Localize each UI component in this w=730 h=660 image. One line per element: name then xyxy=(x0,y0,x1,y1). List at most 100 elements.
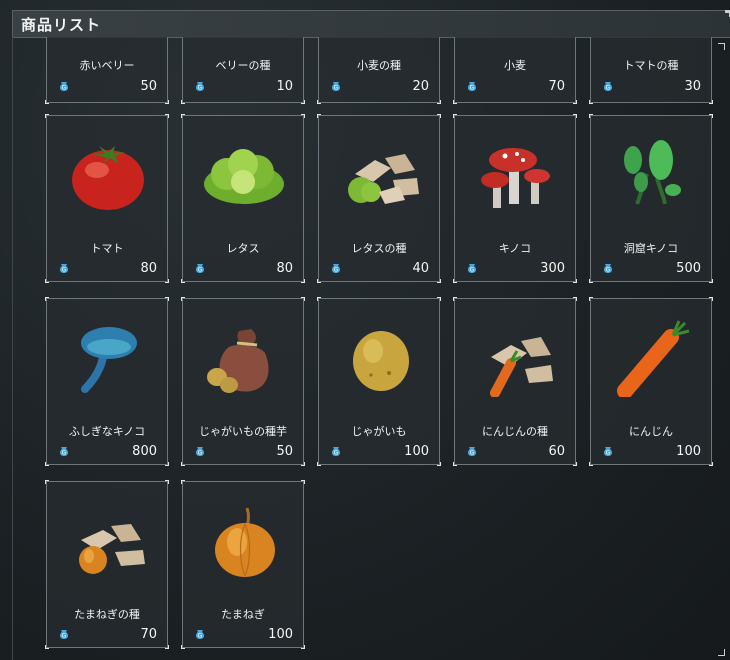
item-name: トマトの種 xyxy=(623,59,679,72)
item-name: たまねぎの種 xyxy=(74,608,140,621)
gold-coin-bag-icon: G xyxy=(331,447,341,457)
shop-item-card[interactable]: たまねぎ G 100 xyxy=(181,480,305,649)
gold-coin-bag-icon: G xyxy=(195,82,205,92)
carrot-icon xyxy=(617,320,690,397)
shop-item-card[interactable]: 小麦の種 G 20 xyxy=(317,37,441,104)
header-corner-decoration xyxy=(725,10,730,17)
item-name: 小麦 xyxy=(504,59,526,72)
item-price: 30 xyxy=(684,79,701,94)
gold-coin-bag-icon: G xyxy=(467,82,477,92)
gold-coin-bag-icon: G xyxy=(467,447,477,457)
item-price: 10 xyxy=(276,79,293,94)
svg-text:G: G xyxy=(334,85,339,92)
item-name: 小麦の種 xyxy=(357,59,401,72)
shop-item-card[interactable]: ベリーの種 G 10 xyxy=(181,37,305,104)
shop-list-header: 商品リスト xyxy=(12,10,730,38)
gold-coin-bag-icon: G xyxy=(331,264,341,274)
item-name: ふしぎなキノコ xyxy=(68,425,146,438)
item-price: 100 xyxy=(404,444,429,459)
svg-text:G: G xyxy=(606,85,611,92)
item-price: 800 xyxy=(132,444,157,459)
item-price: 100 xyxy=(676,444,701,459)
item-name: たまねぎ xyxy=(221,608,265,621)
shop-item-card[interactable]: トマトの種 G 30 xyxy=(589,37,713,104)
gold-coin-bag-icon: G xyxy=(603,82,613,92)
svg-text:G: G xyxy=(62,85,67,92)
shop-item-card[interactable]: レタスの種 G 40 xyxy=(317,114,441,283)
carrot-seeds-icon xyxy=(490,337,553,397)
shop-item-card[interactable]: レタス G 80 xyxy=(181,114,305,283)
shop-item-card[interactable]: キノコ G 300 xyxy=(453,114,577,283)
svg-text:G: G xyxy=(470,85,475,92)
item-price: 20 xyxy=(412,79,429,94)
svg-text:G: G xyxy=(334,267,339,274)
item-name: にんじん xyxy=(629,425,673,438)
shop-item-card[interactable]: トマト G 80 xyxy=(45,114,169,283)
item-name: 赤いベリー xyxy=(79,59,135,72)
item-price: 80 xyxy=(276,261,293,276)
gold-coin-bag-icon: G xyxy=(59,630,69,640)
shop-item-card[interactable]: にんじん G 100 xyxy=(589,297,713,466)
item-price: 50 xyxy=(276,444,293,459)
lettuce-icon xyxy=(204,149,284,204)
lettuce-seeds-icon xyxy=(348,154,419,204)
page-title: 商品リスト xyxy=(21,16,102,34)
mysterious-mushroom-icon xyxy=(81,327,137,393)
gold-coin-bag-icon: G xyxy=(59,447,69,457)
gold-coin-bag-icon: G xyxy=(331,82,341,92)
svg-text:G: G xyxy=(606,267,611,274)
shop-item-card[interactable]: じゃがいもの種芋 G 50 xyxy=(181,297,305,466)
item-name: にんじんの種 xyxy=(482,425,548,438)
gold-coin-bag-icon: G xyxy=(603,264,613,274)
item-name: レタス xyxy=(226,242,260,255)
onion-seeds-icon xyxy=(79,524,145,574)
item-price: 300 xyxy=(540,261,565,276)
item-name: トマト xyxy=(90,242,124,255)
potato-icon xyxy=(353,331,409,391)
gold-coin-bag-icon: G xyxy=(59,264,69,274)
item-price: 70 xyxy=(140,627,157,642)
gold-coin-bag-icon: G xyxy=(603,447,613,457)
item-name: じゃがいも xyxy=(351,425,407,438)
shop-item-card[interactable]: じゃがいも G 100 xyxy=(317,297,441,466)
svg-text:G: G xyxy=(198,633,203,640)
tomato-icon xyxy=(72,146,144,210)
scroll-corner-bottom xyxy=(718,649,725,656)
item-price: 40 xyxy=(412,261,429,276)
shop-item-card[interactable]: 小麦 G 70 xyxy=(453,37,577,104)
gold-coin-bag-icon: G xyxy=(195,264,205,274)
svg-text:G: G xyxy=(606,450,611,457)
item-name: じゃがいもの種芋 xyxy=(199,425,287,438)
shop-item-grid[interactable]: 赤いベリー G 50 ベリーの種 G 10 小麦の種 G 20 小麦 G 70 トマトの… xyxy=(12,37,730,660)
shop-item-card[interactable]: たまねぎの種 G 70 xyxy=(45,480,169,649)
shop-item-card[interactable]: ふしぎなキノコ G 800 xyxy=(45,297,169,466)
item-name: ベリーの種 xyxy=(215,59,271,72)
svg-text:G: G xyxy=(198,267,203,274)
svg-text:G: G xyxy=(62,450,67,457)
svg-text:G: G xyxy=(62,633,67,640)
item-price: 50 xyxy=(140,79,157,94)
seed-potato-sack-icon xyxy=(207,329,269,393)
svg-text:G: G xyxy=(198,450,203,457)
shop-item-card[interactable]: 赤いベリー G 50 xyxy=(45,37,169,104)
item-name: レタスの種 xyxy=(351,242,407,255)
shop-item-card[interactable]: にんじんの種 G 60 xyxy=(453,297,577,466)
shop-item-card[interactable]: 洞窟キノコ G 500 xyxy=(589,114,713,283)
svg-text:G: G xyxy=(470,450,475,457)
svg-text:G: G xyxy=(62,267,67,274)
cave-mushroom-icon xyxy=(624,140,681,205)
svg-text:G: G xyxy=(334,450,339,457)
onion-icon xyxy=(215,507,275,577)
item-price: 60 xyxy=(548,444,565,459)
gold-coin-bag-icon: G xyxy=(195,447,205,457)
scroll-corner-top xyxy=(718,43,725,50)
gold-coin-bag-icon: G xyxy=(195,630,205,640)
item-name: キノコ xyxy=(498,242,532,255)
svg-text:G: G xyxy=(470,267,475,274)
item-name: 洞窟キノコ xyxy=(623,242,679,255)
svg-text:G: G xyxy=(198,85,203,92)
gold-coin-bag-icon: G xyxy=(59,82,69,92)
item-price: 100 xyxy=(268,627,293,642)
item-price: 80 xyxy=(140,261,157,276)
item-price: 500 xyxy=(676,261,701,276)
